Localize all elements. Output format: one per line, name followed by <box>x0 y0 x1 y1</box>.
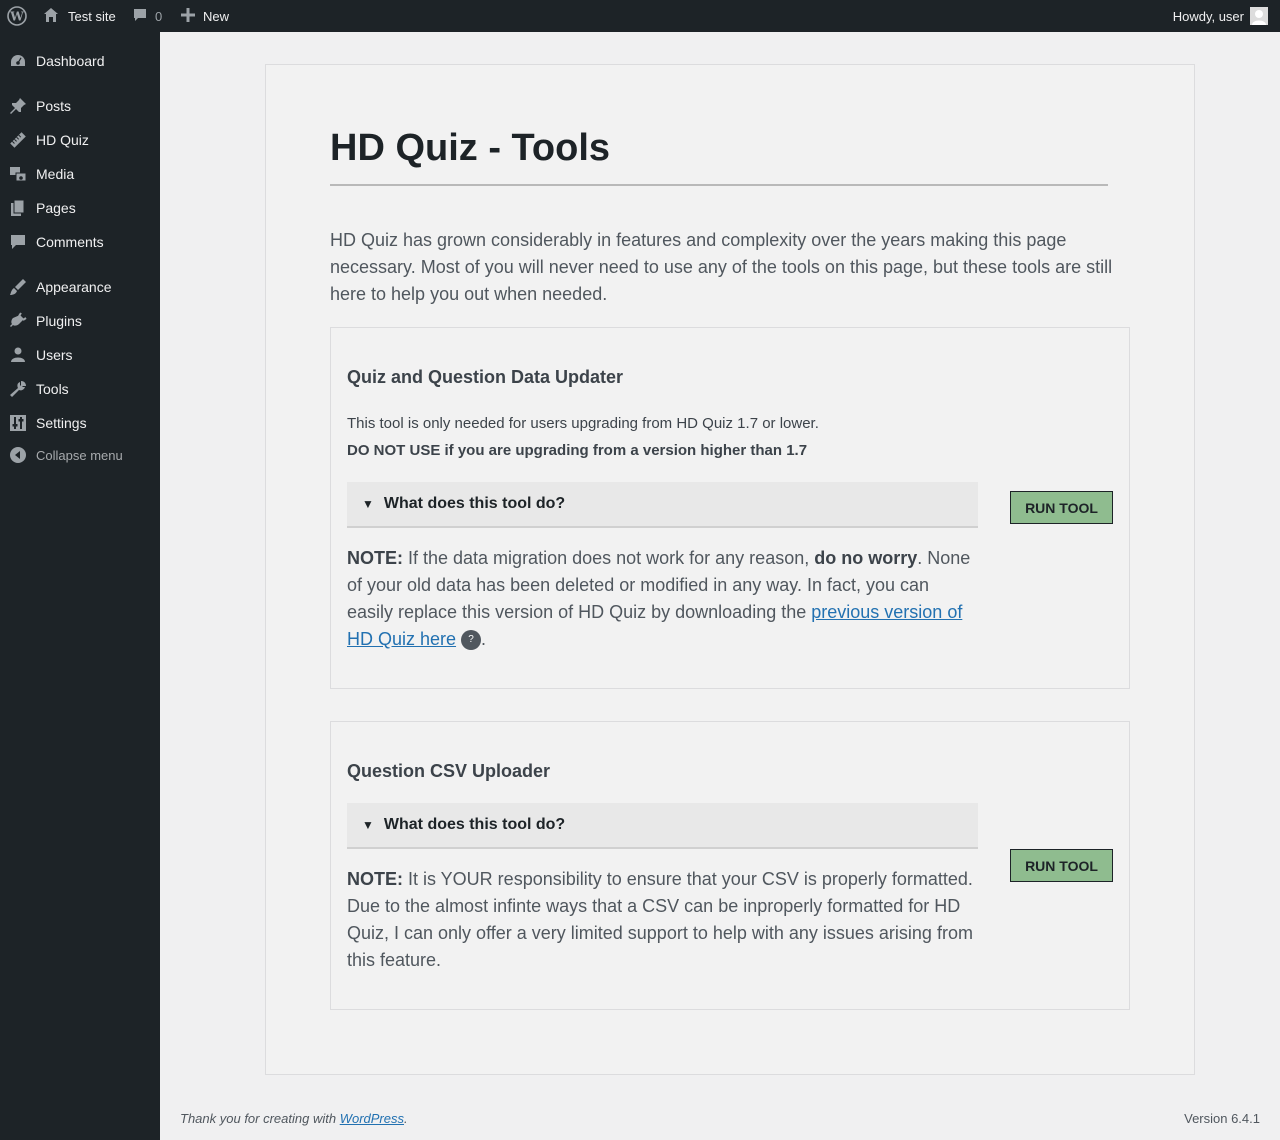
triangle-down-icon: ▼ <box>362 818 374 832</box>
home-icon <box>42 6 60 27</box>
sidebar-item-appearance[interactable]: Appearance <box>0 270 160 304</box>
sidebar-item-label: Comments <box>36 234 104 250</box>
page-title: HD Quiz - Tools <box>330 127 611 169</box>
sidebar-item-label: Media <box>36 166 75 182</box>
tool-details-toggle[interactable]: ▼ What does this tool do? <box>347 803 978 849</box>
pages-icon <box>0 199 36 217</box>
sidebar-item-pages[interactable]: Pages <box>0 191 160 225</box>
note-label: NOTE: <box>347 869 403 889</box>
help-tooltip-icon[interactable]: ? <box>461 630 482 651</box>
tool-note: NOTE: It is YOUR responsibility to ensur… <box>347 866 977 974</box>
tool-title: Question CSV Uploader <box>347 761 551 781</box>
collapse-menu-button[interactable]: Collapse menu <box>0 438 160 472</box>
note-text: It is YOUR responsibility to ensure that… <box>347 869 973 970</box>
dashboard-icon <box>0 52 36 70</box>
sidebar-item-comments[interactable]: Comments <box>0 225 160 259</box>
note-emphasis: do no worry <box>814 548 918 568</box>
tool-title: Quiz and Question Data Updater <box>347 367 624 387</box>
user-icon <box>0 346 36 364</box>
sidebar-item-label: Settings <box>36 415 87 431</box>
avatar <box>1250 7 1268 25</box>
ruler-icon <box>0 131 36 149</box>
run-tool-button[interactable]: RUN TOOL <box>1010 491 1113 524</box>
sidebar-item-label: Users <box>36 347 73 363</box>
new-content-link[interactable]: New <box>181 0 229 32</box>
collapse-arrow-icon <box>0 446 36 464</box>
sidebar-item-settings[interactable]: Settings <box>0 406 160 440</box>
sidebar-item-label: Appearance <box>36 279 112 295</box>
sidebar-item-hd-quiz[interactable]: HD Quiz <box>0 123 160 157</box>
account-menu[interactable]: Howdy, user <box>1173 0 1268 32</box>
sidebar-item-label: HD Quiz <box>36 132 89 148</box>
plus-icon <box>181 7 195 25</box>
brush-icon <box>0 278 36 296</box>
tool-subtitle: This tool is only needed for users upgra… <box>347 415 819 432</box>
collapse-menu-label: Collapse menu <box>36 447 123 463</box>
wordpress-logo-icon[interactable]: W <box>0 0 34 32</box>
wordpress-link[interactable]: WordPress <box>340 1111 404 1126</box>
sidebar-item-label: Tools <box>36 381 69 397</box>
site-name-link[interactable]: Test site <box>42 0 116 32</box>
admin-bar: W Test site 0 New Howdy, user <box>0 0 1280 32</box>
sidebar-item-label: Posts <box>36 98 72 114</box>
page-intro: HD Quiz has grown considerably in featur… <box>330 230 1113 304</box>
footer-version: Version 6.4.1 <box>1184 1111 1260 1126</box>
pin-icon <box>0 97 36 115</box>
sidebar-item-users[interactable]: Users <box>0 338 160 372</box>
footer-thanks: Thank you for creating with WordPress. <box>180 1111 408 1126</box>
note-label: NOTE: <box>347 548 403 568</box>
comment-icon <box>0 233 36 251</box>
tool-note: NOTE: If the data migration does not wor… <box>347 545 977 653</box>
comments-link[interactable]: 0 <box>132 0 162 32</box>
tool-card-data-updater: Quiz and Question Data Updater This tool… <box>330 327 1130 689</box>
details-label: What does this tool do? <box>383 816 566 833</box>
sidebar-item-dashboard[interactable]: Dashboard <box>0 44 160 78</box>
tools-page-container: HD Quiz - Tools HD Quiz has grown consid… <box>265 64 1195 1075</box>
details-label: What does this tool do? <box>383 495 566 512</box>
note-text: . <box>481 629 487 649</box>
tool-warning: DO NOT USE if you are upgrading from a v… <box>347 442 808 459</box>
wrench-icon <box>0 380 36 398</box>
footer-thanks-suffix: . <box>404 1111 408 1126</box>
site-name: Test site <box>68 8 116 24</box>
new-label: New <box>203 8 230 24</box>
sidebar-item-label: Dashboard <box>36 53 105 69</box>
sidebar-item-posts[interactable]: Posts <box>0 89 160 123</box>
comments-count: 0 <box>155 8 163 24</box>
tool-card-csv-uploader: Question CSV Uploader ▼ What does this t… <box>330 721 1130 1010</box>
sidebar-item-plugins[interactable]: Plugins <box>0 304 160 338</box>
admin-sidebar: Dashboard Posts HD Quiz Media Pages Comm… <box>0 32 160 1140</box>
tool-details-toggle[interactable]: ▼ What does this tool do? <box>347 482 978 528</box>
sidebar-item-label: Plugins <box>36 313 82 329</box>
triangle-down-icon: ▼ <box>362 497 374 511</box>
sidebar-item-tools[interactable]: Tools <box>0 372 160 406</box>
svg-text:W: W <box>9 10 24 24</box>
comment-icon <box>132 7 148 26</box>
sidebar-item-label: Pages <box>36 200 76 216</box>
note-text: If the data migration does not work for … <box>403 548 815 568</box>
run-tool-button[interactable]: RUN TOOL <box>1010 849 1113 882</box>
howdy-text: Howdy, user <box>1172 8 1244 24</box>
sliders-icon <box>0 414 36 432</box>
media-icon <box>0 165 36 183</box>
footer-thanks-text: Thank you for creating with <box>180 1111 340 1126</box>
sidebar-item-media[interactable]: Media <box>0 157 160 191</box>
plug-icon <box>0 312 36 330</box>
title-divider <box>330 184 1108 186</box>
